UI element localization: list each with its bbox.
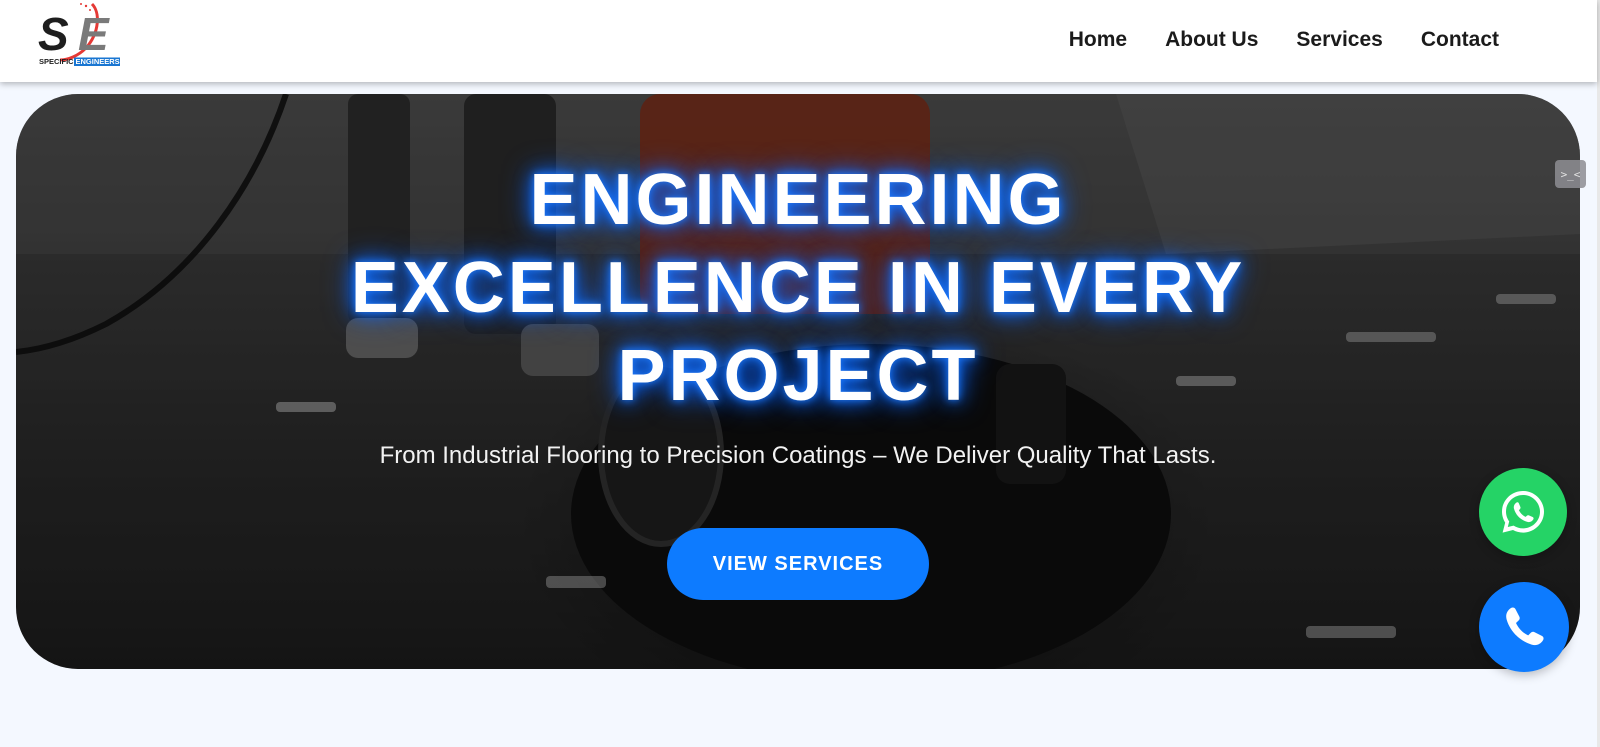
hero-subtitle: From Industrial Flooring to Precision Co… xyxy=(379,442,1217,469)
whatsapp-button[interactable] xyxy=(1479,468,1567,556)
specific-engineers-logo: S E SPECIFIC ENGINEERS xyxy=(38,2,120,66)
site-header: S E SPECIFIC ENGINEERS Home About Us Ser… xyxy=(0,0,1597,82)
site-logo[interactable]: S E SPECIFIC ENGINEERS xyxy=(34,2,124,68)
nav-about-us[interactable]: About Us xyxy=(1165,27,1258,53)
main-nav: Home About Us Services Contact xyxy=(1069,27,1499,53)
call-button[interactable] xyxy=(1479,582,1569,672)
phone-icon xyxy=(1506,607,1544,646)
hero-banner: ENGINEERING EXCELLENCE IN EVERY PROJECT … xyxy=(16,94,1580,669)
svg-text:E: E xyxy=(78,8,110,60)
devtools-toggle[interactable]: >_< xyxy=(1555,160,1586,188)
nav-contact[interactable]: Contact xyxy=(1421,27,1499,53)
hero-title: ENGINEERING EXCELLENCE IN EVERY PROJECT xyxy=(350,160,1246,416)
svg-text:SPECIFIC: SPECIFIC xyxy=(39,57,74,66)
nav-home[interactable]: Home xyxy=(1069,27,1127,53)
whatsapp-icon xyxy=(1502,491,1544,533)
view-services-button[interactable]: VIEW SERVICES xyxy=(667,528,929,600)
nav-services[interactable]: Services xyxy=(1296,27,1382,53)
svg-text:S: S xyxy=(38,8,69,60)
svg-text:ENGINEERS: ENGINEERS xyxy=(76,57,120,66)
